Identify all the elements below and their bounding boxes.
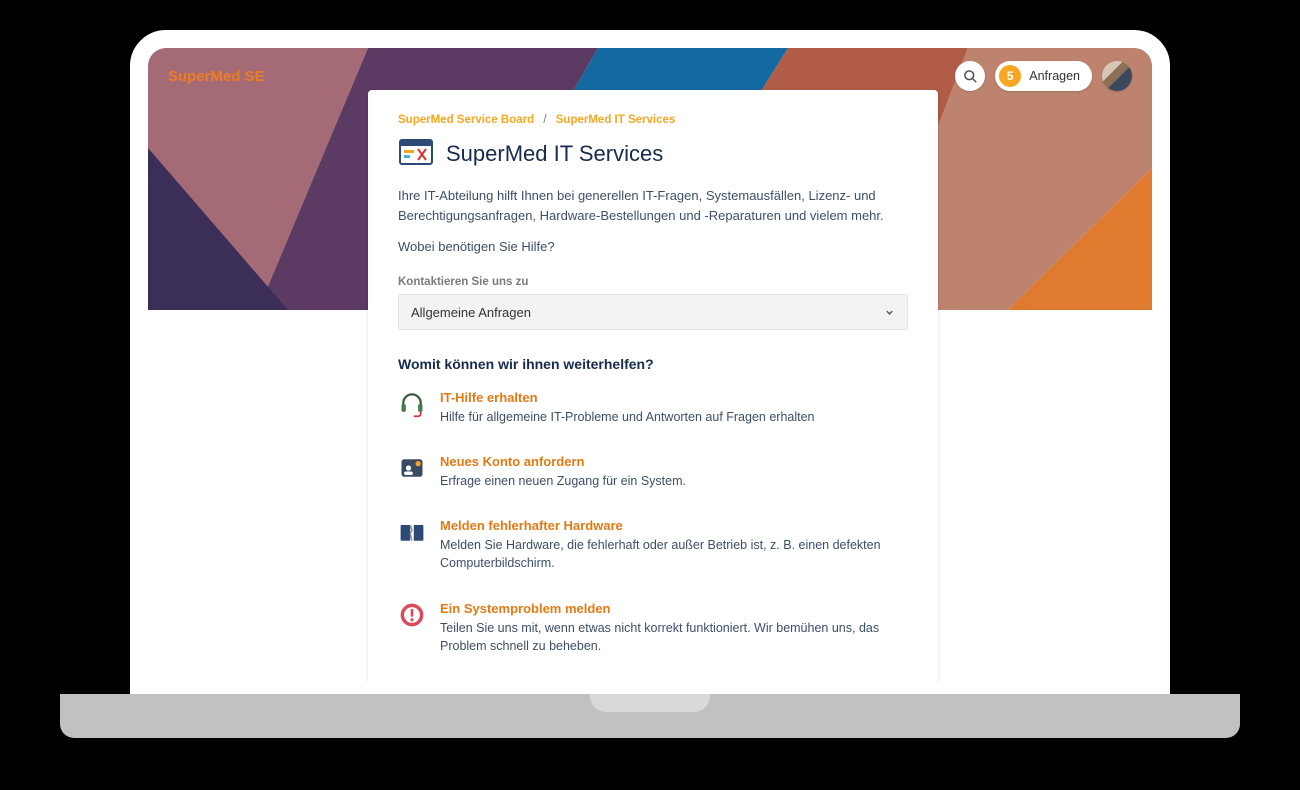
portal-icon <box>398 136 434 172</box>
main-card: SuperMed Service Board / SuperMed IT Ser… <box>368 90 938 682</box>
requests-count-badge: 5 <box>999 65 1021 87</box>
search-button[interactable] <box>955 61 985 91</box>
account-icon <box>398 454 426 482</box>
contact-select-label: Kontaktieren Sie uns zu <box>398 276 908 288</box>
service-title: IT-Hilfe erhalten <box>440 390 815 405</box>
help-prompt: Wobei benötigen Sie Hilfe? <box>398 239 908 254</box>
service-desc: Erfrage einen neuen Zugang für ein Syste… <box>440 472 686 490</box>
breadcrumb: SuperMed Service Board / SuperMed IT Ser… <box>398 114 908 126</box>
service-desc: Hilfe für allgemeine IT-Probleme und Ant… <box>440 408 815 426</box>
service-title: Neues Konto anfordern <box>440 454 686 469</box>
service-item-system-problem[interactable]: Ein Systemproblem melden Teilen Sie uns … <box>398 601 908 655</box>
laptop-frame: SuperMed SE 5 Anfragen SuperMed Service … <box>130 30 1170 700</box>
service-list: IT-Hilfe erhalten Hilfe für allgemeine I… <box>398 390 908 655</box>
requests-label: Anfragen <box>1029 69 1080 83</box>
service-desc: Teilen Sie uns mit, wenn etwas nicht kor… <box>440 619 908 655</box>
service-title: Melden fehlerhafter Hardware <box>440 518 908 533</box>
broken-hardware-icon <box>398 518 426 546</box>
requests-pill[interactable]: 5 Anfragen <box>995 61 1092 91</box>
laptop-notch <box>590 694 710 712</box>
breadcrumb-parent[interactable]: SuperMed Service Board <box>398 114 534 126</box>
contact-select[interactable]: Allgemeine Anfragen <box>398 294 908 330</box>
page-title: SuperMed IT Services <box>446 141 663 167</box>
header-bar: SuperMed SE 5 Anfragen <box>148 48 1152 104</box>
app-screen: SuperMed SE 5 Anfragen SuperMed Service … <box>148 48 1152 682</box>
page-description: Ihre IT-Abteilung hilft Ihnen bei genere… <box>398 186 908 225</box>
title-row: SuperMed IT Services <box>398 136 908 172</box>
service-desc: Melden Sie Hardware, die fehlerhaft oder… <box>440 536 908 572</box>
header-actions: 5 Anfragen <box>955 61 1132 91</box>
brand-title: SuperMed SE <box>168 68 265 85</box>
service-title: Ein Systemproblem melden <box>440 601 908 616</box>
service-item-new-account[interactable]: Neues Konto anfordern Erfrage einen neue… <box>398 454 908 490</box>
chevron-down-icon <box>884 307 895 318</box>
breadcrumb-separator: / <box>543 114 546 126</box>
service-item-it-help[interactable]: IT-Hilfe erhalten Hilfe für allgemeine I… <box>398 390 908 426</box>
service-item-faulty-hardware[interactable]: Melden fehlerhafter Hardware Melden Sie … <box>398 518 908 572</box>
services-section-title: Womit können wir ihnen weiterhelfen? <box>398 356 908 372</box>
contact-select-value: Allgemeine Anfragen <box>411 305 531 320</box>
breadcrumb-current[interactable]: SuperMed IT Services <box>556 114 676 126</box>
headset-icon <box>398 390 426 418</box>
search-icon <box>963 69 978 84</box>
user-avatar[interactable] <box>1102 61 1132 91</box>
alert-icon <box>398 601 426 629</box>
